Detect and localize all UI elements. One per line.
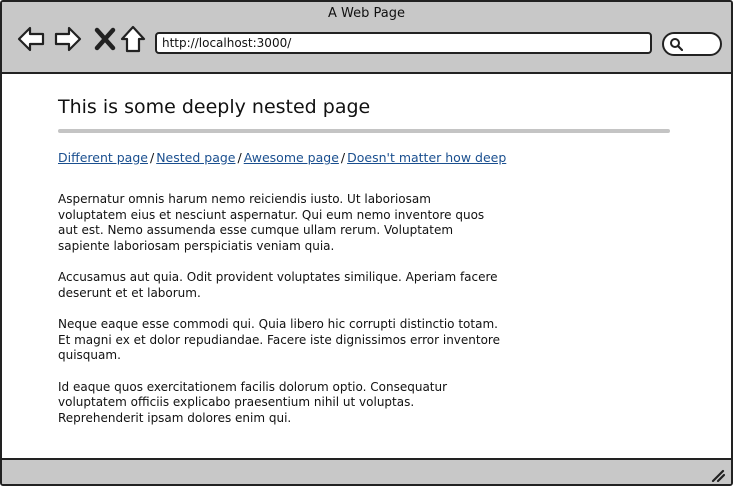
forward-arrow-icon (54, 26, 82, 52)
paragraph: Accusamus aut quia. Odit provident volup… (58, 270, 498, 300)
title-divider (58, 129, 670, 133)
breadcrumb-link-nested-page[interactable]: Nested page (156, 150, 235, 165)
breadcrumb-link-doesnt-matter-how-deep[interactable]: Doesn't matter how deep (347, 150, 506, 165)
breadcrumb: Different page / Nested page / Awesome page /… (58, 150, 506, 165)
breadcrumb-separator: / (340, 150, 346, 165)
back-button[interactable] (16, 24, 46, 54)
breadcrumb-link-awesome-page[interactable]: Awesome page (244, 150, 339, 165)
browser-toolbar: A Web Page http://localhost:3000/ (2, 2, 731, 74)
home-button[interactable] (118, 24, 148, 54)
window-title: A Web Page (328, 6, 405, 21)
address-bar[interactable]: http://localhost:3000/ (155, 32, 652, 54)
body-text: Aspernatur omnis harum nemo reiciendis i… (58, 192, 502, 442)
forward-button[interactable] (53, 24, 83, 54)
resize-grip-icon[interactable] (709, 466, 725, 482)
paragraph: Aspernatur omnis harum nemo reiciendis i… (58, 192, 485, 253)
paragraph: Neque eaque esse commodi qui. Quia liber… (58, 317, 500, 362)
back-arrow-icon (17, 26, 45, 52)
stop-button[interactable] (90, 24, 120, 54)
page-content: This is some deeply nested page Differen… (2, 74, 731, 458)
search-icon (670, 38, 683, 51)
breadcrumb-link-different-page[interactable]: Different page (58, 150, 148, 165)
page-title: This is some deeply nested page (58, 96, 371, 118)
home-icon (120, 25, 146, 53)
breadcrumb-separator: / (149, 150, 155, 165)
status-bar (2, 458, 731, 484)
search-field[interactable] (662, 32, 722, 56)
paragraph: Id eaque quos exercitationem facilis dol… (58, 379, 448, 425)
breadcrumb-separator: / (237, 150, 242, 165)
close-icon (94, 27, 116, 51)
browser-window: A Web Page http://localhost:3000/ This i… (0, 0, 733, 486)
